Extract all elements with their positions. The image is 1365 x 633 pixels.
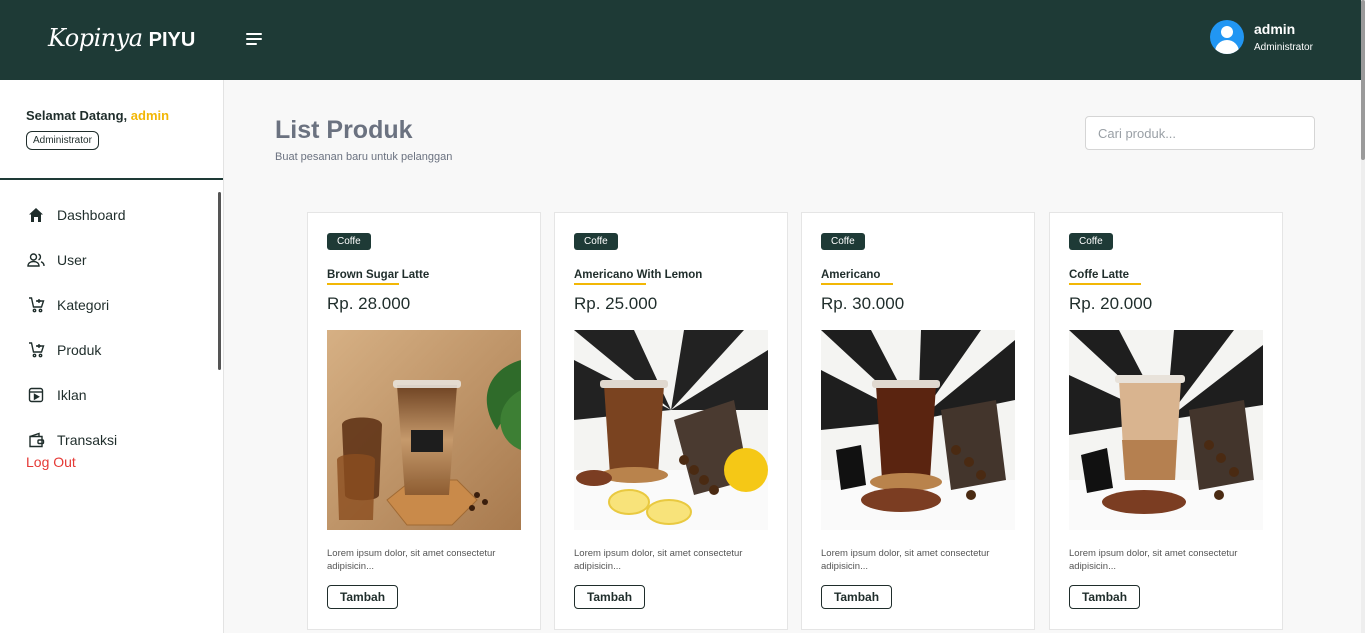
welcome-text: Selamat Datang, admin [26,108,170,123]
product-card: Coffe Coffe Latte Rp. 20.000 Lorem ipsum… [1049,212,1283,630]
wallet-icon [27,431,45,449]
product-image [574,330,768,530]
add-to-order-button[interactable]: Tambah [821,585,892,609]
logout-link[interactable]: Log Out [0,454,223,470]
cart-add-icon [27,341,45,359]
sidebar-item-user[interactable]: User [0,237,223,282]
sidebar-nav: Dashboard User Kategori Produk Iklan Tra… [0,180,223,471]
search-input[interactable] [1085,116,1315,150]
title-underline [1069,283,1141,285]
product-description: Lorem ipsum dolor, sit amet consectetur … [327,548,496,572]
title-underline [821,283,893,285]
video-icon [27,386,45,404]
user-role: Administrator [1254,42,1313,53]
product-image [821,330,1015,530]
sidebar-item-label: User [57,251,87,268]
title-underline [574,283,646,285]
add-to-order-button[interactable]: Tambah [327,585,398,609]
product-description: Lorem ipsum dolor, sit amet consectetur … [821,548,990,572]
product-card: Coffe Brown Sugar Latte Rp. 28.000 Lorem… [307,212,541,630]
product-description: Lorem ipsum dolor, sit amet consectetur … [574,548,743,572]
role-badge: Administrator [26,131,99,150]
product-name: Americano [821,269,881,281]
brand-logo[interactable]: Kopinya PIYU [48,24,195,52]
sidebar-item-label: Dashboard [57,206,126,223]
top-navbar: Kopinya PIYU admin Administrator [0,0,1365,80]
product-card: Coffe Americano With Lemon Rp. 25.000 Lo… [554,212,788,630]
sidebar-item-kategori[interactable]: Kategori [0,282,223,327]
sidebar-item-label: Iklan [57,386,87,403]
page-subtitle: Buat pesanan baru untuk pelanggan [275,151,453,163]
product-card: Coffe Americano Rp. 30.000 Lorem ipsum d… [801,212,1035,630]
home-icon [27,206,45,224]
user-name: admin [1254,21,1296,37]
menu-toggle-icon[interactable] [246,33,262,45]
product-image [1069,330,1263,530]
sidebar-item-label: Transaksi [57,431,118,448]
product-name: Brown Sugar Latte [327,269,430,281]
product-name: Americano With Lemon [574,269,703,281]
category-badge: Coffe [821,233,865,250]
category-badge: Coffe [327,233,371,250]
user-menu[interactable]: admin Administrator [1210,20,1313,54]
category-badge: Coffe [574,233,618,250]
product-name: Coffe Latte [1069,269,1130,281]
product-description: Lorem ipsum dolor, sit amet consectetur … [1069,548,1238,572]
sidebar-scrollbar[interactable] [218,192,221,370]
sidebar-item-label: Kategori [57,296,110,313]
sidebar-item-dashboard[interactable]: Dashboard [0,192,223,237]
sidebar-item-iklan[interactable]: Iklan [0,372,223,417]
page-scrollbar[interactable] [1361,0,1365,633]
users-icon [27,251,45,269]
product-price: Rp. 28.000 [327,294,411,313]
product-price: Rp. 25.000 [574,294,658,313]
avatar-icon [1210,20,1244,54]
product-price: Rp. 30.000 [821,294,905,313]
sidebar-item-produk[interactable]: Produk [0,327,223,372]
brand-script-text: Kopinya [48,24,143,52]
welcome-panel: Selamat Datang, admin Administrator [0,80,223,180]
sidebar: Selamat Datang, admin Administrator Dash… [0,80,224,633]
brand-bold-text: PIYU [148,29,196,51]
product-image [327,330,521,530]
cart-add-icon [27,296,45,314]
sidebar-item-label: Produk [57,341,102,358]
page-title: List Produk [275,116,413,144]
add-to-order-button[interactable]: Tambah [574,585,645,609]
category-badge: Coffe [1069,233,1113,250]
add-to-order-button[interactable]: Tambah [1069,585,1140,609]
title-underline [327,283,399,285]
product-price: Rp. 20.000 [1069,294,1153,313]
welcome-username: admin [130,108,170,123]
